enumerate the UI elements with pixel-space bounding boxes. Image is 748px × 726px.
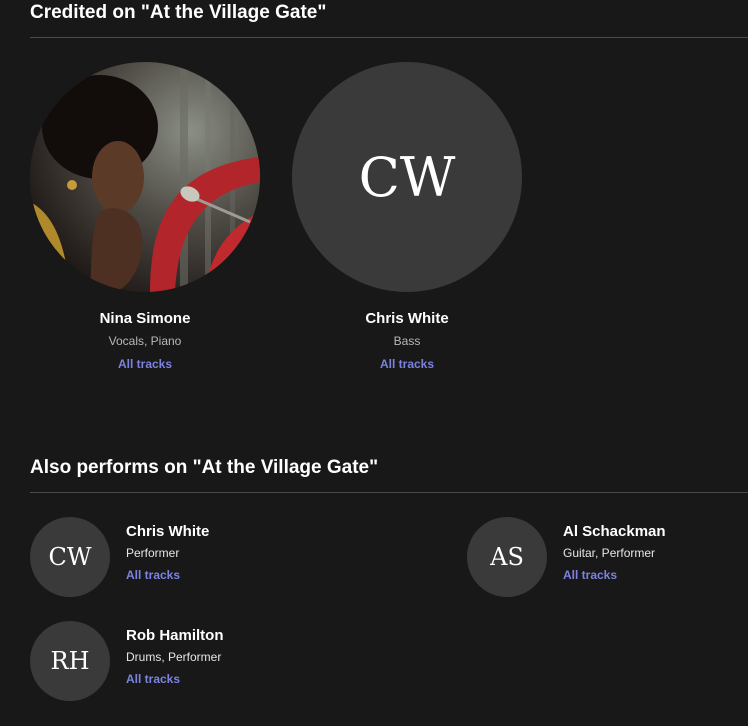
performer-info: Al Schackman Guitar, Performer All track… bbox=[563, 523, 666, 584]
credits-page: Credited on "At the Village Gate" Nina S… bbox=[0, 0, 748, 726]
performer-roles: Drums, Performer bbox=[126, 650, 222, 664]
performer-roles: Guitar, Performer bbox=[563, 546, 656, 560]
performers-section-title: Also performs on "At the Village Gate" bbox=[30, 457, 379, 478]
performer-info: Chris White Performer All tracks bbox=[126, 523, 209, 584]
all-tracks-link[interactable]: All tracks bbox=[380, 357, 434, 371]
artist-name[interactable]: Chris White bbox=[292, 310, 522, 327]
credited-divider bbox=[30, 37, 748, 38]
credit-card-nina-simone[interactable]: Nina Simone Vocals, Piano All tracks bbox=[30, 62, 260, 373]
artist-name[interactable]: Nina Simone bbox=[30, 310, 260, 327]
all-tracks-link[interactable]: All tracks bbox=[118, 357, 172, 371]
credited-section-title: Credited on "At the Village Gate" bbox=[30, 2, 327, 23]
initials-avatar[interactable]: RH bbox=[30, 621, 110, 701]
performer-name[interactable]: Chris White bbox=[126, 523, 209, 540]
initials-avatar[interactable]: CW bbox=[30, 517, 110, 597]
all-tracks-link[interactable]: All tracks bbox=[563, 568, 617, 582]
initials-avatar[interactable]: AS bbox=[467, 517, 547, 597]
credit-card-chris-white[interactable]: CW Chris White Bass All tracks bbox=[292, 62, 522, 373]
nina-simone-photo[interactable] bbox=[30, 62, 260, 292]
all-tracks-link[interactable]: All tracks bbox=[126, 672, 180, 686]
artist-roles: Vocals, Piano bbox=[108, 334, 182, 348]
initials-avatar[interactable]: CW bbox=[292, 62, 522, 292]
all-tracks-link[interactable]: All tracks bbox=[126, 568, 180, 582]
performer-roles: Performer bbox=[126, 546, 180, 560]
artist-roles: Bass bbox=[393, 334, 421, 348]
performer-name[interactable]: Al Schackman bbox=[563, 523, 666, 540]
artist-photo bbox=[30, 62, 260, 292]
performers-divider bbox=[30, 492, 748, 493]
performer-name[interactable]: Rob Hamilton bbox=[126, 627, 224, 644]
performer-info: Rob Hamilton Drums, Performer All tracks bbox=[126, 627, 224, 688]
